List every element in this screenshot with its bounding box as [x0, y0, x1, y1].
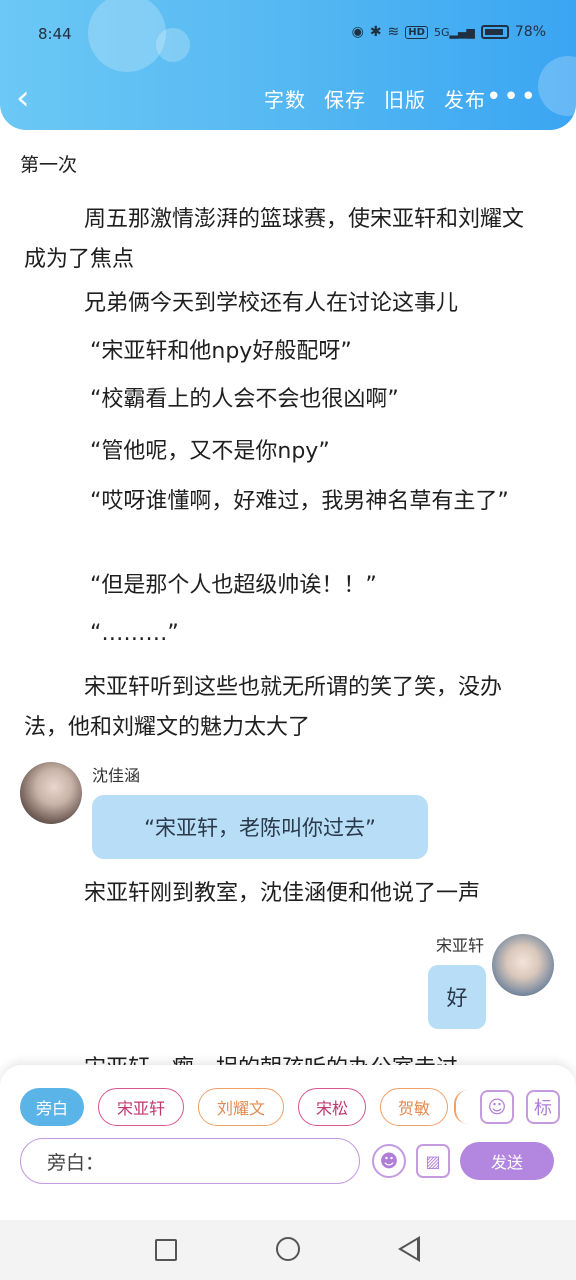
- home-icon[interactable]: [276, 1237, 300, 1261]
- paragraph: 兄弟俩今天到学校还有人在讨论这事儿: [84, 291, 459, 316]
- role-chips: 旁白 宋亚轩 刘耀文 宋松 贺敏: [20, 1088, 448, 1126]
- role-chip[interactable]: 刘耀文: [198, 1088, 284, 1126]
- bluetooth-icon: ✱: [369, 24, 382, 40]
- tag-button[interactable]: 标: [526, 1090, 560, 1124]
- top-header: 8:44 ◉ ✱ ≋ HD 5G▂▄▆ 78% ‹ 字数 保存 旧版 发布 ••…: [0, 0, 576, 130]
- contact-icon[interactable]: ☺: [480, 1090, 514, 1124]
- paragraph: 周五那激情澎湃的篮球赛，使宋亚轩和刘耀文成为了焦点: [24, 207, 525, 272]
- chat-bubble[interactable]: 好: [428, 965, 486, 1029]
- decor-bubble: [538, 56, 576, 116]
- emoji-icon[interactable]: ☻: [372, 1144, 406, 1178]
- paragraph: “但是那个人也超级帅诶！！”: [90, 573, 377, 598]
- chapter-title: 第一次: [20, 154, 78, 176]
- recent-apps-icon[interactable]: [155, 1239, 177, 1261]
- role-chip-narration[interactable]: 旁白: [20, 1088, 84, 1126]
- role-chip[interactable]: 宋亚轩: [98, 1088, 184, 1126]
- signal-icon: 5G▂▄▆: [433, 25, 475, 39]
- status-icons: ◉ ✱ ≋ HD 5G▂▄▆ 78%: [352, 24, 546, 40]
- role-chip[interactable]: 宋松: [298, 1088, 366, 1126]
- paragraph: 宋亚轩听到这些也就无所谓的笑了笑，没办法，他和刘耀文的魅力太大了: [24, 675, 503, 740]
- more-icon[interactable]: •••: [486, 84, 538, 110]
- decor-bubble: [156, 28, 190, 62]
- avatar[interactable]: [20, 762, 82, 824]
- battery-level: 78%: [514, 24, 546, 40]
- chat-bubble[interactable]: “宋亚轩，老陈叫你过去”: [92, 795, 428, 859]
- chevron-left-icon: ‹: [16, 78, 30, 118]
- speaker-name: 宋亚轩: [435, 936, 484, 955]
- back-button[interactable]: ‹: [16, 78, 56, 118]
- toolbar-actions: 字数 保存 旧版 发布: [264, 84, 486, 113]
- send-button[interactable]: 发送: [460, 1142, 554, 1180]
- publish-button[interactable]: 发布: [444, 84, 486, 113]
- role-chip[interactable]: 贺敏: [380, 1088, 448, 1126]
- eye-icon: ◉: [351, 24, 364, 40]
- image-icon[interactable]: ▨: [416, 1144, 450, 1178]
- decor-bubble: [88, 0, 166, 72]
- paragraph: “管他呢，又不是你npy”: [90, 439, 330, 464]
- save-button[interactable]: 保存: [324, 84, 366, 113]
- speaker-name: 沈佳涵: [92, 766, 141, 785]
- old-version-button[interactable]: 旧版: [384, 84, 426, 113]
- hd-badge: HD: [405, 25, 428, 39]
- paragraph: “………”: [90, 621, 179, 646]
- paragraph: “校霸看上的人会不会也很凶啊”: [90, 387, 399, 412]
- status-time: 8:44: [38, 25, 72, 43]
- paragraph: “宋亚轩和他npy好般配呀”: [90, 339, 352, 364]
- paragraph: “哎呀谁懂啊，好难过，我男神名草有主了”: [90, 489, 509, 514]
- wifi-icon: ≋: [387, 24, 400, 40]
- back-icon[interactable]: [398, 1236, 420, 1262]
- narration-text: 宋亚轩刚到教室，沈佳涵便和他说了一声: [84, 881, 481, 906]
- battery-icon: [480, 25, 509, 39]
- message-input[interactable]: 旁白：: [20, 1138, 360, 1184]
- avatar[interactable]: [492, 934, 554, 996]
- word-count-button[interactable]: 字数: [264, 84, 306, 113]
